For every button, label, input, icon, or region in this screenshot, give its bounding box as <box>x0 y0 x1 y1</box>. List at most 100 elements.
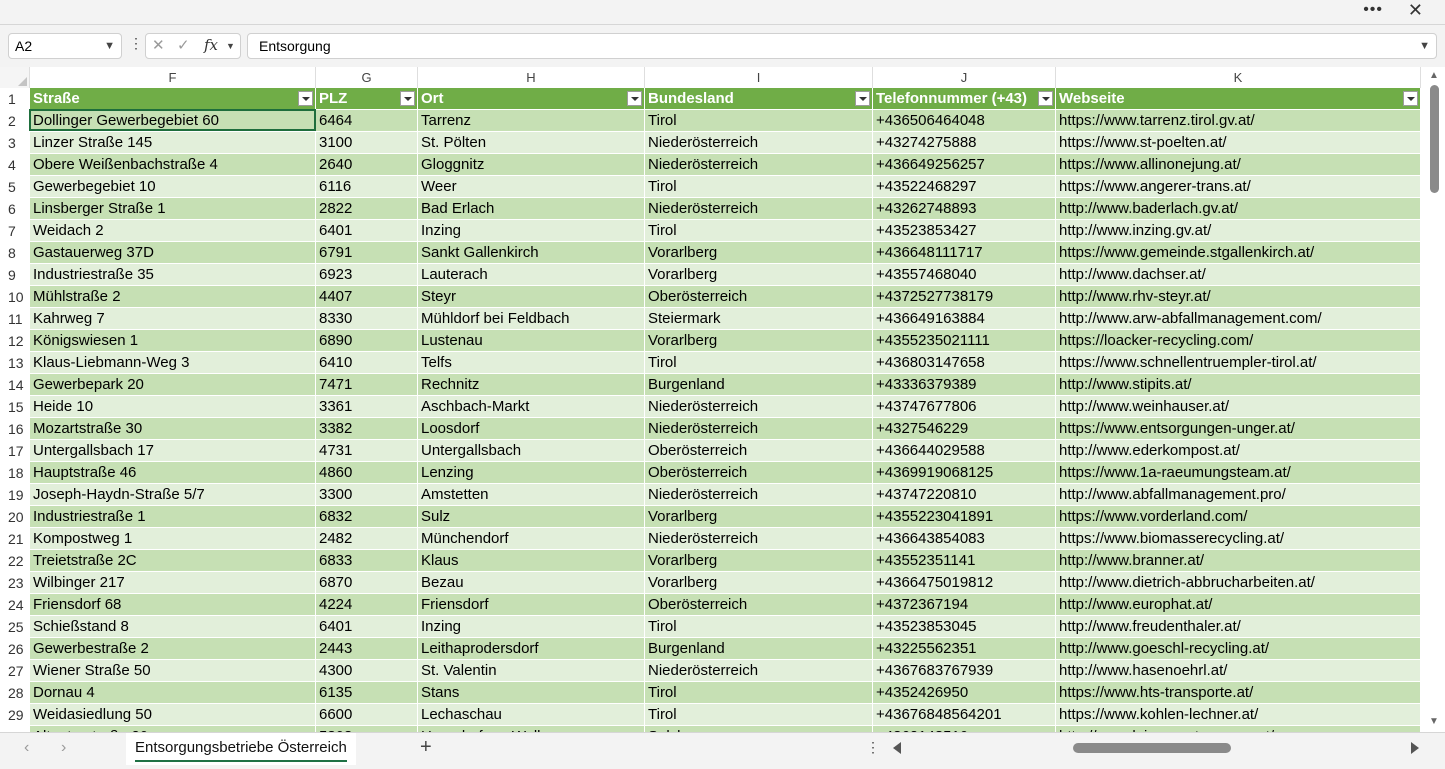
table-cell[interactable]: Tirol <box>645 352 873 374</box>
table-cell[interactable]: http://www.freudenthaler.at/ <box>1056 616 1421 638</box>
table-cell[interactable]: Vorarlberg <box>645 330 873 352</box>
table-cell[interactable]: +43262748893 <box>873 198 1056 220</box>
table-cell[interactable]: 3100 <box>316 132 418 154</box>
add-sheet-icon[interactable]: + <box>420 736 432 759</box>
table-cell[interactable]: Untergallsbach <box>418 440 645 462</box>
column-title-cell[interactable]: PLZ <box>316 88 418 110</box>
row-number[interactable]: 26 <box>0 638 30 660</box>
table-cell[interactable]: Oberösterreich <box>645 286 873 308</box>
table-cell[interactable]: Tarrenz <box>418 110 645 132</box>
table-cell[interactable]: 6923 <box>316 264 418 286</box>
table-cell[interactable]: Rechnitz <box>418 374 645 396</box>
table-cell[interactable]: 6401 <box>316 220 418 242</box>
table-cell[interactable]: Gewerbestraße 2 <box>30 638 316 660</box>
table-cell[interactable]: Niederösterreich <box>645 528 873 550</box>
table-cell[interactable]: 8330 <box>316 308 418 330</box>
table-cell[interactable]: 2822 <box>316 198 418 220</box>
row-number[interactable]: 5 <box>0 176 30 198</box>
row-number[interactable]: 21 <box>0 528 30 550</box>
table-cell[interactable]: Heide 10 <box>30 396 316 418</box>
table-cell[interactable]: +4372527738179 <box>873 286 1056 308</box>
table-cell[interactable]: Mühlstraße 2 <box>30 286 316 308</box>
table-cell[interactable]: 6791 <box>316 242 418 264</box>
table-cell[interactable]: Lenzing <box>418 462 645 484</box>
filter-dropdown-icon[interactable] <box>855 91 870 106</box>
row-number[interactable]: 10 <box>0 286 30 308</box>
table-cell[interactable]: Leithaprodersdorf <box>418 638 645 660</box>
table-cell[interactable]: Mühldorf bei Feldbach <box>418 308 645 330</box>
chevron-down-icon[interactable]: ▼ <box>226 41 235 51</box>
table-cell[interactable]: +436648111717 <box>873 242 1056 264</box>
column-header-g[interactable]: G <box>316 67 418 88</box>
column-title-cell[interactable]: Ort <box>418 88 645 110</box>
table-cell[interactable]: Inzing <box>418 220 645 242</box>
table-cell[interactable]: Amstetten <box>418 484 645 506</box>
table-cell[interactable]: Vorarlberg <box>645 572 873 594</box>
table-cell[interactable]: 2482 <box>316 528 418 550</box>
table-cell[interactable]: http://www.weinhauser.at/ <box>1056 396 1421 418</box>
row-number[interactable]: 1 <box>0 88 30 110</box>
filter-dropdown-icon[interactable] <box>400 91 415 106</box>
table-cell[interactable]: https://www.hts-transporte.at/ <box>1056 682 1421 704</box>
table-cell[interactable]: Steiermark <box>645 308 873 330</box>
table-cell[interactable]: 6833 <box>316 550 418 572</box>
table-cell[interactable]: 6135 <box>316 682 418 704</box>
row-number[interactable]: 4 <box>0 154 30 176</box>
row-number[interactable]: 16 <box>0 418 30 440</box>
table-cell[interactable]: +43676848564201 <box>873 704 1056 726</box>
table-cell[interactable]: +4355223041891 <box>873 506 1056 528</box>
table-cell[interactable]: http://www.inzing.gv.at/ <box>1056 220 1421 242</box>
table-cell[interactable]: https://www.kohlen-lechner.at/ <box>1056 704 1421 726</box>
table-cell[interactable]: 2640 <box>316 154 418 176</box>
table-cell[interactable]: Vorarlberg <box>645 506 873 528</box>
table-cell[interactable]: +43747677806 <box>873 396 1056 418</box>
table-cell[interactable]: Hauptstraße 46 <box>30 462 316 484</box>
horizontal-scroll-thumb[interactable] <box>1073 743 1231 753</box>
scroll-right-icon[interactable] <box>1411 742 1419 754</box>
table-cell[interactable]: +43552351141 <box>873 550 1056 572</box>
column-header-h[interactable]: H <box>418 67 645 88</box>
filter-dropdown-icon[interactable] <box>1038 91 1053 106</box>
table-cell[interactable]: Untergallsbach 17 <box>30 440 316 462</box>
chevron-down-icon[interactable]: ▼ <box>104 34 115 58</box>
table-cell[interactable]: Tirol <box>645 682 873 704</box>
table-cell[interactable]: 4731 <box>316 440 418 462</box>
row-number[interactable]: 23 <box>0 572 30 594</box>
row-number[interactable]: 27 <box>0 660 30 682</box>
table-cell[interactable]: 6832 <box>316 506 418 528</box>
vertical-scrollbar[interactable]: ▲ ▼ <box>1425 67 1445 732</box>
table-cell[interactable]: Mozartstraße 30 <box>30 418 316 440</box>
scroll-down-icon[interactable]: ▼ <box>1429 716 1439 727</box>
table-cell[interactable]: https://www.gemeinde.stgallenkirch.at/ <box>1056 242 1421 264</box>
table-cell[interactable]: +43747220810 <box>873 484 1056 506</box>
table-cell[interactable]: Stans <box>418 682 645 704</box>
scroll-up-icon[interactable]: ▲ <box>1429 70 1439 81</box>
table-cell[interactable]: 2443 <box>316 638 418 660</box>
table-cell[interactable]: http://www.abfallmanagement.pro/ <box>1056 484 1421 506</box>
table-cell[interactable]: +436506464048 <box>873 110 1056 132</box>
formula-input[interactable]: Entsorgung ▼ <box>247 33 1437 59</box>
table-cell[interactable]: +4355235021111 <box>873 330 1056 352</box>
table-cell[interactable]: Klaus <box>418 550 645 572</box>
cancel-icon[interactable]: ✕ <box>152 36 165 54</box>
table-cell[interactable]: Niederösterreich <box>645 418 873 440</box>
table-cell[interactable]: +436803147658 <box>873 352 1056 374</box>
table-cell[interactable]: Niederösterreich <box>645 198 873 220</box>
table-cell[interactable]: Lauterach <box>418 264 645 286</box>
row-number[interactable]: 24 <box>0 594 30 616</box>
column-header-j[interactable]: J <box>873 67 1056 88</box>
table-cell[interactable]: http://www.europhat.at/ <box>1056 594 1421 616</box>
table-cell[interactable]: http://www.hasenoehrl.at/ <box>1056 660 1421 682</box>
table-cell[interactable]: http://www.stipits.at/ <box>1056 374 1421 396</box>
table-cell[interactable]: Niederösterreich <box>645 484 873 506</box>
table-cell[interactable]: Burgenland <box>645 638 873 660</box>
table-cell[interactable]: Dollinger Gewerbegebiet 60 <box>30 110 316 132</box>
table-cell[interactable]: 3361 <box>316 396 418 418</box>
table-cell[interactable]: http://www.goeschl-recycling.at/ <box>1056 638 1421 660</box>
table-cell[interactable]: 3382 <box>316 418 418 440</box>
table-cell[interactable]: https://www.st-poelten.at/ <box>1056 132 1421 154</box>
table-cell[interactable]: Klaus-Liebmann-Weg 3 <box>30 352 316 374</box>
table-cell[interactable]: +43274275888 <box>873 132 1056 154</box>
table-cell[interactable]: Friensdorf 68 <box>30 594 316 616</box>
row-number[interactable]: 12 <box>0 330 30 352</box>
